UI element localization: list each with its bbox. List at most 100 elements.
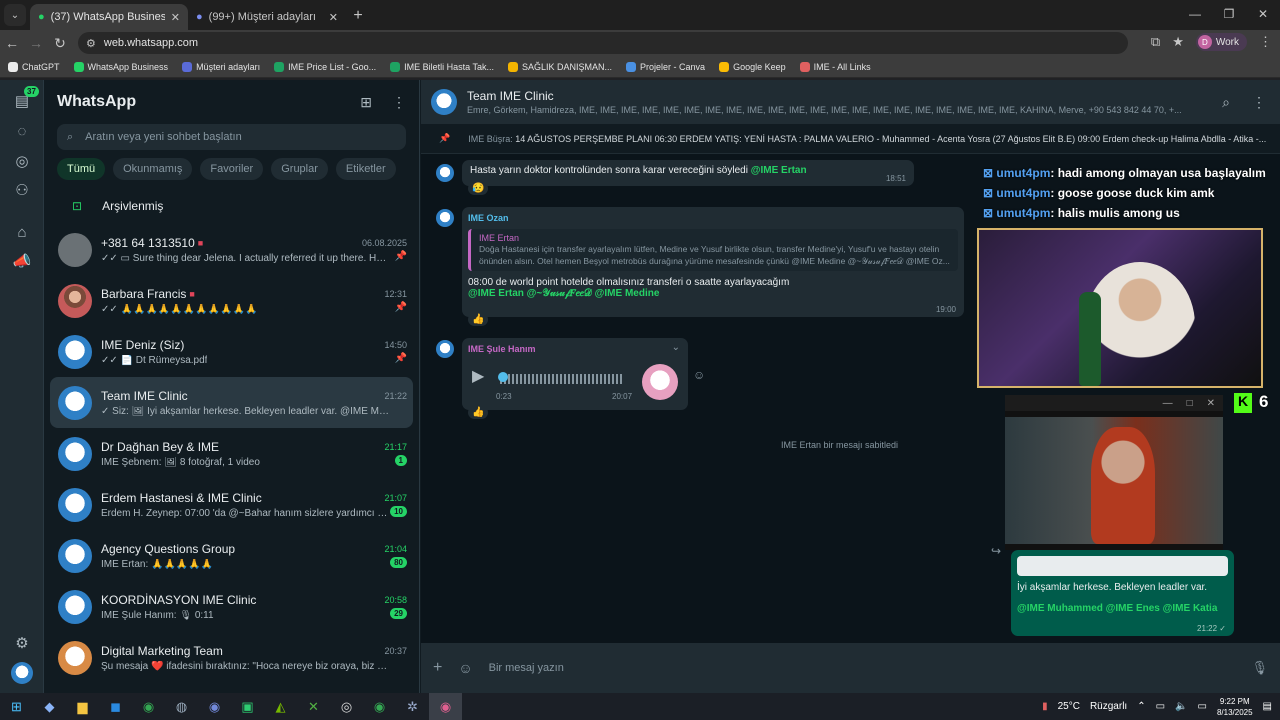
menu-icon[interactable]: ⋮ xyxy=(392,94,406,111)
browser-tab-whatsapp[interactable]: ● (37) WhatsApp Business ✕ xyxy=(30,4,188,30)
new-tab-button[interactable]: + xyxy=(346,4,370,28)
minimize-icon[interactable]: — xyxy=(1163,398,1173,409)
chat-avatar[interactable] xyxy=(58,436,92,471)
network-icon[interactable]: ▭ xyxy=(1156,701,1165,712)
archived-row[interactable]: ⊡ Arşivlenmiş xyxy=(44,188,419,224)
obs-icon[interactable]: ◎ xyxy=(330,693,363,720)
chrome-profile-icon[interactable]: ◉ xyxy=(363,693,396,720)
notifications-icon[interactable]: ▤ xyxy=(1263,701,1272,712)
chat-avatar[interactable] xyxy=(58,334,92,369)
chat-list-item[interactable]: KOORDİNASYON IME Clinic 20:58 IME Şule Han… xyxy=(44,581,419,632)
message-mentions[interactable]: @IME Ertan @~𝒴𝓊𝓈𝓊𝒻𝐹𝑒𝑒𝒟 @IME Medine xyxy=(468,288,958,299)
chat-list-item[interactable]: Erdem Hastanesi & IME Clinic 21:07 Erdem H… xyxy=(44,479,419,530)
chat-avatar[interactable] xyxy=(58,640,92,675)
message-reaction[interactable]: 😥 xyxy=(468,182,489,195)
weather-icon[interactable]: ▮ xyxy=(1042,701,1048,712)
close-icon[interactable]: ✕ xyxy=(1207,398,1215,409)
forward-icon[interactable]: ↪ xyxy=(991,544,1001,558)
nvidia-icon[interactable]: ◭ xyxy=(264,693,297,720)
microphone-icon[interactable]: 🎙 xyxy=(1251,660,1268,676)
filter-chip[interactable]: Tümü xyxy=(57,158,106,180)
sender-avatar[interactable] xyxy=(436,209,454,227)
outgoing-message[interactable]: İyi akşamlar herkese. Bekleyen leadler v… xyxy=(1011,550,1234,636)
chevron-down-icon[interactable]: ⌄ xyxy=(672,342,680,353)
communities-icon[interactable]: ⚇ xyxy=(11,179,33,201)
group-avatar[interactable] xyxy=(431,89,457,115)
attach-icon[interactable]: + xyxy=(433,659,442,677)
chat-list-item[interactable]: +381 64 1313510 ■ 06.08.2025 ✓✓ ▭ Sure thin… xyxy=(44,224,419,275)
message-reaction[interactable]: 👍 xyxy=(468,406,489,419)
chrome-icon[interactable]: ◉ xyxy=(132,693,165,720)
image-preview[interactable] xyxy=(1017,556,1228,576)
profile-avatar-icon[interactable] xyxy=(11,662,33,684)
bookmark-item[interactable]: Müşteri adayları xyxy=(182,61,260,72)
sender-name[interactable]: IME Ozan xyxy=(468,213,958,223)
volume-icon[interactable]: 🔈 xyxy=(1175,701,1187,712)
bookmark-item[interactable]: IME - All Links xyxy=(799,61,871,72)
site-info-icon[interactable]: ⚙ xyxy=(86,37,96,50)
clock[interactable]: 9:22 PM 8/13/2025 xyxy=(1217,696,1253,718)
play-icon[interactable]: ▶ xyxy=(472,366,484,386)
bookmark-item[interactable]: IME Biletli Hasta Tak... xyxy=(390,61,494,72)
back-icon[interactable]: ← xyxy=(0,35,24,51)
sender-avatar[interactable] xyxy=(436,340,454,358)
battery-icon[interactable]: ▭ xyxy=(1198,701,1207,712)
tab-search-button[interactable]: ⌄ xyxy=(4,4,26,26)
chat-list-item[interactable]: Barbara Francis ■ 12:31 ✓✓ 🙏🙏🙏🙏🙏🙏🙏🙏🙏🙏🙏 📌 xyxy=(44,275,419,326)
message-mentions[interactable]: @IME Muhammed @IME Enes @IME Katia xyxy=(1011,593,1234,614)
bookmark-item[interactable]: Google Keep xyxy=(719,61,786,72)
reload-icon[interactable]: ↻ xyxy=(48,35,72,52)
active-app-icon[interactable]: ◉ xyxy=(429,693,462,720)
waveform[interactable] xyxy=(500,374,622,384)
chat-list-item[interactable]: Agency Questions Group 21:04 IME Ertan: 🙏🙏… xyxy=(44,530,419,581)
file-explorer-icon[interactable]: ▆ xyxy=(66,693,99,720)
bookmark-item[interactable]: Projeler - Canva xyxy=(626,61,705,72)
catalog-icon[interactable]: ⌂ xyxy=(11,221,33,243)
channels-icon[interactable]: ◎ xyxy=(11,150,33,172)
filter-chip[interactable]: Etiketler xyxy=(335,158,396,180)
search-input[interactable]: ⌕ Aratın veya yeni sohbet başlatın xyxy=(57,124,406,150)
chat-menu-icon[interactable]: ⋮ xyxy=(1252,94,1266,111)
close-tab-icon[interactable]: ✕ xyxy=(329,11,338,24)
chat-avatar[interactable] xyxy=(58,487,92,522)
filter-chip[interactable]: Favoriler xyxy=(200,158,264,180)
browser-tab-leads[interactable]: ● (99+) Müşteri adayları ✕ xyxy=(188,4,346,30)
settings-icon[interactable]: ⚙ xyxy=(11,632,33,654)
ads-icon[interactable]: 📣 xyxy=(11,250,33,272)
chat-avatar[interactable] xyxy=(58,538,92,573)
copilot-icon[interactable]: ◆ xyxy=(33,693,66,720)
sticker-icon[interactable]: ☺ xyxy=(458,660,472,676)
maximize-icon[interactable]: □ xyxy=(1187,398,1193,409)
tray-chevron-icon[interactable]: ⌃ xyxy=(1137,701,1145,712)
message-input[interactable]: Bir mesaj yazın xyxy=(489,662,1236,674)
chat-avatar[interactable] xyxy=(58,385,92,420)
minimize-icon[interactable]: — xyxy=(1178,0,1212,28)
bookmark-item[interactable]: ChatGPT xyxy=(8,61,60,72)
voice-message-bubble[interactable]: IME Şule Hanım ⌄ ▶ 0:23 20:07 xyxy=(462,338,688,410)
conversation-header[interactable]: Team IME Clinic Emre, Görkem, Hamidreza,… xyxy=(421,80,1280,124)
message-mention[interactable]: @IME Ertan xyxy=(751,165,807,176)
chat-avatar[interactable] xyxy=(58,589,92,624)
bookmark-item[interactable]: IME Price List - Goo... xyxy=(274,61,376,72)
forward-icon[interactable]: → xyxy=(24,35,48,51)
xbox-icon[interactable]: ✕ xyxy=(297,693,330,720)
waveform-handle[interactable] xyxy=(498,372,508,382)
discord-icon[interactable]: ◉ xyxy=(198,693,231,720)
app-icon[interactable]: ▣ xyxy=(231,693,264,720)
start-icon[interactable]: ⊞ xyxy=(0,693,33,720)
chat-list-item[interactable]: Dr Dağhan Bey & IME 21:17 IME Şebnem: 🖼 8 … xyxy=(44,428,419,479)
search-messages-icon[interactable]: ⌕ xyxy=(1222,94,1230,111)
chat-list-item[interactable]: Digital Marketing Team 20:37 Şu mesaja ❤️ … xyxy=(44,632,419,683)
message-bubble[interactable]: Hasta yarın doktor kontrolünden sonra ka… xyxy=(462,160,914,186)
chat-avatar[interactable] xyxy=(58,283,92,318)
bookmark-item[interactable]: WhatsApp Business xyxy=(73,61,168,72)
emoji-react-icon[interactable]: ☺ xyxy=(693,368,705,382)
close-tab-icon[interactable]: ✕ xyxy=(171,11,180,24)
chat-list-item[interactable]: Team IME Clinic 21:22 ✓ Siz: 🖼 İyi akşamla… xyxy=(50,377,413,428)
steam-icon[interactable]: ◍ xyxy=(165,693,198,720)
new-chat-icon[interactable]: ⊞ xyxy=(360,94,372,111)
filter-chip[interactable]: Okunmamış xyxy=(113,158,193,180)
filter-chip[interactable]: Gruplar xyxy=(271,158,328,180)
chat-list-item[interactable]: IME Deniz (Siz) 14:50 ✓✓ 📄 Dt Rümeysa.pdf 📌 xyxy=(44,326,419,377)
sender-avatar[interactable] xyxy=(436,164,454,182)
